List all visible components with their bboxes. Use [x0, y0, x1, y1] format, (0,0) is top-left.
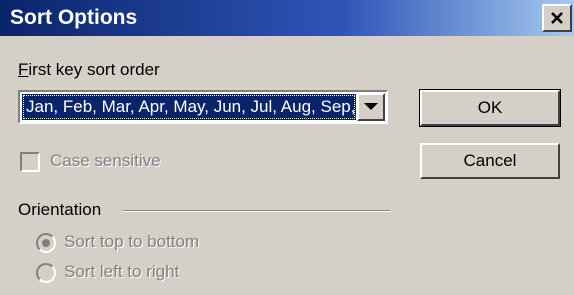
chevron-down-icon — [364, 103, 378, 110]
cancel-button[interactable]: Cancel — [420, 143, 560, 179]
sort-left-to-right-radio[interactable] — [36, 263, 56, 283]
case-sensitive-label: Case sensitive — [50, 151, 161, 170]
sort-top-to-bottom-label: Sort top to bottom — [64, 232, 200, 251]
radio-selected-dot — [42, 239, 50, 247]
first-key-sort-order-label: First key sort order — [18, 60, 160, 80]
title-bar: Sort Options — [0, 0, 574, 36]
group-divider — [123, 210, 390, 212]
label-text: irst key sort order — [28, 60, 160, 79]
mnemonic-char: F — [18, 60, 29, 79]
first-key-sort-order-dropdown[interactable]: Jan, Feb, Mar, Apr, May, Jun, Jul, Aug, … — [18, 90, 388, 124]
close-icon — [551, 12, 563, 24]
ok-button[interactable]: OK — [419, 89, 561, 127]
close-button[interactable] — [542, 4, 572, 32]
sort-left-to-right-label: Sort left to right — [64, 262, 180, 281]
sort-top-to-bottom-radio[interactable] — [36, 233, 56, 253]
dropdown-button[interactable] — [357, 93, 385, 121]
case-sensitive-checkbox[interactable] — [20, 152, 40, 172]
selected-sort-order: Jan, Feb, Mar, Apr, May, Jun, Jul, Aug, … — [22, 94, 356, 120]
window-title: Sort Options — [10, 6, 138, 29]
orientation-group-label: Orientation — [18, 200, 102, 219]
